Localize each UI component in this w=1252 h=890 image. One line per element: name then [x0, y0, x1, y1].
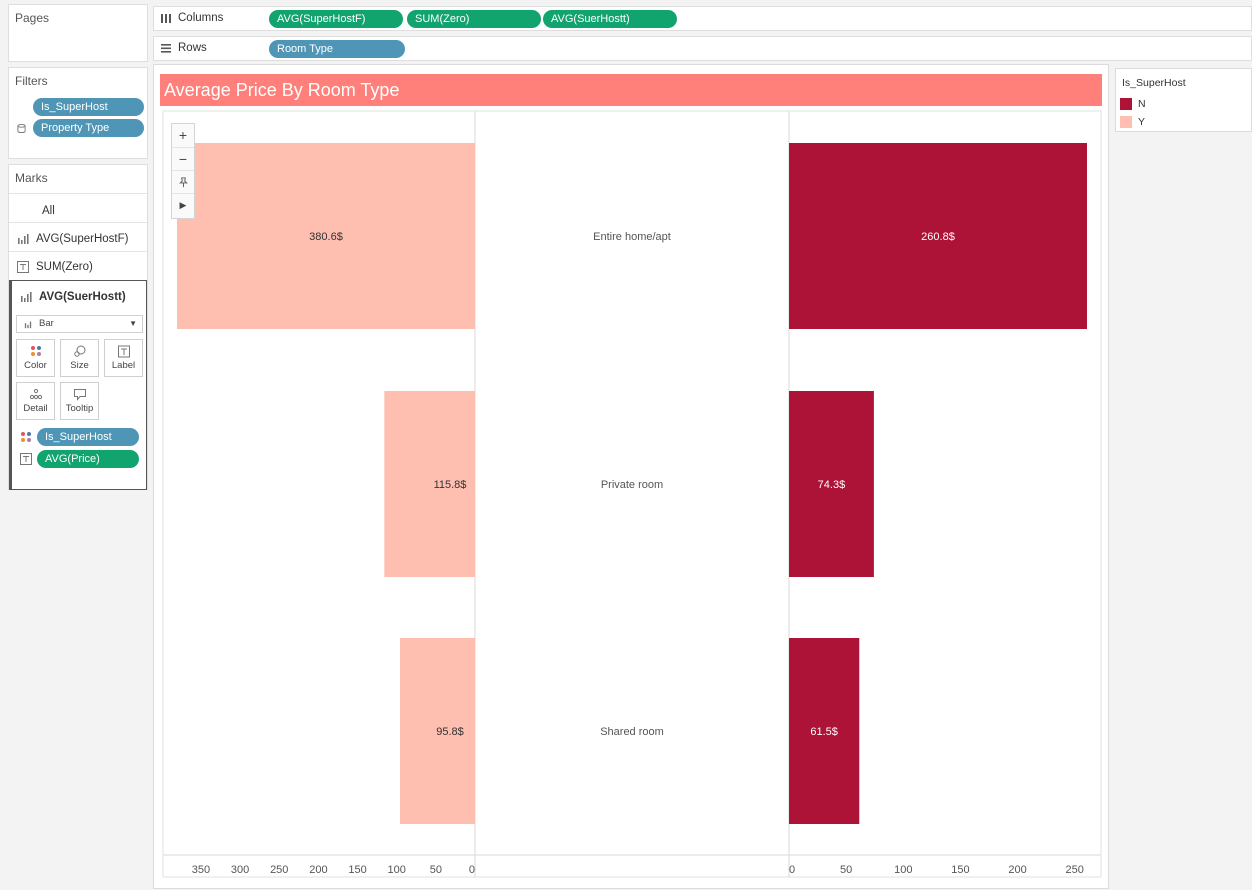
tooltip-icon — [73, 389, 86, 401]
marks-all-label: All — [42, 205, 55, 217]
marks-measure-label: AVG(SuerHostt) — [39, 291, 126, 303]
rows-shelf-label: Rows — [160, 42, 207, 54]
mark-type-value: Bar — [39, 318, 54, 329]
columns-pill-zero[interactable]: SUM(Zero) — [407, 10, 541, 28]
bar-label-n: 74.3$ — [818, 479, 846, 491]
label-label: Label — [111, 360, 136, 371]
bar-label-n: 260.8$ — [921, 231, 955, 243]
rows-icon — [161, 44, 171, 53]
chevron-down-icon: ▼ — [129, 319, 137, 328]
text-mark-icon — [17, 261, 29, 273]
filters-title: Filters — [15, 74, 48, 88]
rows-shelf[interactable]: Rows Room Type — [153, 36, 1252, 61]
marks-title: Marks — [15, 171, 48, 185]
marks-field-is-superhost[interactable]: Is_SuperHost — [37, 428, 139, 446]
right-axis-tick: 150 — [951, 864, 969, 876]
detail-icon — [29, 388, 42, 400]
bar-chart-icon — [24, 321, 32, 329]
marks-measure-zero[interactable]: SUM(Zero) — [17, 261, 93, 273]
right-axis-tick: 50 — [840, 864, 852, 876]
color-legend[interactable]: Is_SuperHost N Y — [1115, 68, 1252, 132]
pages-title: Pages — [15, 11, 50, 25]
mark-type-dropdown[interactable]: Bar ▼ — [16, 315, 143, 333]
left-axis-tick: 200 — [309, 864, 327, 876]
bar-label-y: 95.8$ — [436, 726, 464, 738]
legend-item-label: Y — [1138, 116, 1146, 128]
columns-pill-suerhostt[interactable]: AVG(SuerHostt) — [543, 10, 677, 28]
size-label: Size — [70, 360, 89, 371]
left-axis-tick: 150 — [348, 864, 366, 876]
bar-label-y: 380.6$ — [309, 231, 343, 243]
rows-label-text: Rows — [178, 42, 207, 54]
bar-label-y: 115.8$ — [434, 479, 467, 491]
rows-pill-room-type[interactable]: Room Type — [269, 40, 405, 58]
marks-all[interactable]: All — [42, 205, 55, 217]
detail-label: Detail — [23, 403, 48, 414]
category-label: Shared room — [600, 726, 664, 738]
size-button[interactable]: Size — [60, 339, 99, 377]
columns-shelf-label: Columns — [160, 12, 223, 24]
tableau-worksheet: Pages Columns AVG(SuperHostF) SUM(Zero) … — [0, 0, 1252, 890]
right-axis-tick: 200 — [1008, 864, 1026, 876]
color-icon — [30, 346, 41, 356]
filters-card[interactable]: Filters Is_SuperHost Property Type — [8, 67, 148, 159]
marks-measure-superhostf[interactable]: AVG(SuperHostF) — [17, 233, 128, 245]
left-axis-tick: 300 — [231, 864, 249, 876]
color-label: Color — [24, 360, 47, 371]
legend-title: Is_SuperHost — [1122, 77, 1186, 89]
zoom-in-icon[interactable]: + — [172, 124, 194, 147]
worksheet-view: Average Price By Room Type 380.6$ 260.8$ E… — [153, 64, 1109, 889]
legend-item-label: N — [1138, 98, 1146, 110]
database-icon — [17, 124, 26, 133]
size-icon — [73, 345, 85, 357]
marks-divider — [9, 222, 147, 223]
tooltip-button[interactable]: Tooltip — [60, 382, 99, 420]
marks-field-avg-price[interactable]: AVG(Price) — [37, 450, 139, 468]
marks-divider — [9, 193, 147, 194]
pin-icon[interactable] — [172, 170, 194, 193]
bar-label-n: 61.5$ — [810, 726, 838, 738]
play-icon[interactable]: ▶ — [172, 193, 194, 216]
left-axis-tick: 100 — [388, 864, 406, 876]
category-label: Private room — [601, 479, 663, 491]
text-mark-icon — [20, 453, 32, 465]
right-axis-tick: 250 — [1065, 864, 1083, 876]
label-icon — [117, 345, 130, 358]
columns-pill-superhostf[interactable]: AVG(SuperHostF) — [269, 10, 403, 28]
legend-item-n[interactable]: N — [1120, 98, 1146, 110]
color-button[interactable]: Color — [16, 339, 55, 377]
color-icon — [21, 432, 31, 442]
tooltip-label: Tooltip — [65, 403, 94, 414]
legend-item-y[interactable]: Y — [1120, 116, 1145, 128]
detail-button[interactable]: Detail — [16, 382, 55, 420]
right-axis-tick: 0 — [789, 864, 795, 876]
right-axis-tick: 100 — [894, 864, 912, 876]
filter-pill-is-superhost[interactable]: Is_SuperHost — [33, 98, 144, 116]
category-label: Entire home/apt — [593, 231, 671, 243]
columns-icon — [161, 14, 171, 23]
left-axis-tick: 250 — [270, 864, 288, 876]
marks-measure-label: SUM(Zero) — [36, 261, 93, 273]
left-axis-tick: 50 — [430, 864, 442, 876]
zoom-out-icon[interactable]: − — [172, 147, 194, 170]
bar-chart-icon — [21, 292, 32, 302]
bar-chart-icon — [18, 234, 29, 244]
pages-card[interactable]: Pages — [8, 4, 148, 62]
view-toolbar: + − ▶ — [171, 123, 195, 219]
label-button[interactable]: Label — [104, 339, 143, 377]
marks-measure-suerhostt[interactable]: AVG(SuerHostt) — [20, 291, 126, 303]
legend-swatch — [1120, 116, 1132, 128]
legend-swatch — [1120, 98, 1132, 110]
columns-label-text: Columns — [178, 12, 224, 24]
marks-divider — [9, 251, 147, 252]
chart-canvas: 380.6$ 260.8$ Entire home/apt 115.8$ 74.3$ Pr… — [162, 110, 1102, 878]
left-axis-tick: 0 — [469, 864, 475, 876]
marks-measure-label: AVG(SuperHostF) — [36, 233, 129, 245]
filter-pill-property-type[interactable]: Property Type — [33, 119, 144, 137]
active-marks-panel: AVG(SuerHostt) Bar ▼ Color Size Label De… — [9, 280, 147, 490]
columns-shelf[interactable]: Columns AVG(SuperHostF) SUM(Zero) AVG(Su… — [153, 6, 1252, 31]
left-axis-tick: 350 — [192, 864, 210, 876]
